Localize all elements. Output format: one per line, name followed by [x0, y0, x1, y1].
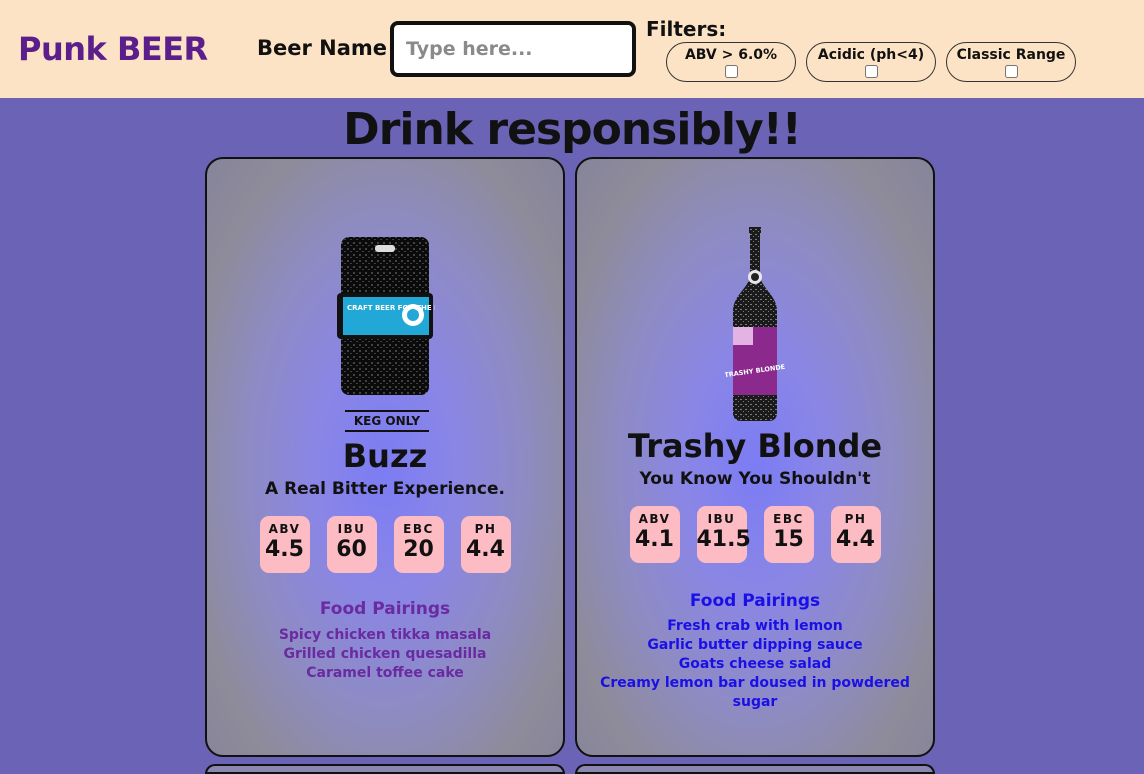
filter-abv-above-6[interactable]: ABV > 6.0% [666, 42, 796, 82]
stat-key: IBU [707, 512, 736, 526]
top-bar: Punk BEER Beer Name Filters: ABV > 6.0% … [0, 0, 1144, 98]
food-pairing-item: Fresh crab with lemon [667, 618, 843, 634]
beer-tagline: A Real Bitter Experience. [265, 479, 505, 499]
stat-value: 4.1 [635, 527, 674, 552]
food-pairings-list: Fresh crab with lemon Garlic butter dipp… [577, 617, 933, 710]
stat-ebc: EBC 20 [393, 516, 444, 573]
stat-ebc: EBC 15 [763, 506, 814, 563]
beer-stats: ABV 4.5 IBU 60 EBC 20 PH 4.4 [207, 516, 563, 573]
food-pairing-item: Grilled chicken quesadilla [283, 646, 487, 662]
filter-acidic[interactable]: Acidic (ph<4) [806, 42, 936, 82]
stat-key: EBC [403, 522, 434, 536]
food-pairing-item: Creamy lemon bar doused in powdered suga… [600, 675, 910, 710]
food-pairings-list: Spicy chicken tikka masala Grilled chick… [207, 626, 563, 683]
filter-classic-range[interactable]: Classic Range [946, 42, 1076, 82]
food-pairing-item: Goats cheese salad [678, 656, 832, 672]
brand-logo[interactable]: Punk BEER [18, 30, 208, 68]
stat-value: 15 [773, 527, 804, 552]
filter-classic-label: Classic Range [956, 47, 1066, 63]
stat-value: 4.4 [836, 527, 875, 552]
stat-ibu: IBU 60 [326, 516, 377, 573]
food-pairing-item: Garlic butter dipping sauce [647, 637, 863, 653]
food-pairings-title: Food Pairings [689, 591, 821, 611]
food-pairing-item: Spicy chicken tikka masala [278, 627, 492, 643]
keg-only-tag: KEG ONLY [345, 410, 429, 432]
beer-image-bottle: TRASHY BLONDE [577, 223, 933, 427]
beer-tagline: You Know You Shouldn't [639, 469, 871, 489]
filters-label: Filters: [646, 17, 727, 41]
filter-classic-checkbox[interactable] [1004, 65, 1018, 78]
beer-card[interactable]: TRASHY BLONDE Trashy Blonde You Know You… [575, 157, 935, 757]
stat-key: IBU [337, 522, 366, 536]
food-pairing-item: Caramel toffee cake [306, 665, 464, 681]
stat-key: ABV [638, 512, 671, 526]
filter-acidic-label: Acidic (ph<4) [817, 47, 925, 63]
stat-value: 60 [336, 537, 367, 562]
food-pairings-title: Food Pairings [319, 599, 451, 619]
filter-abv-label: ABV > 6.0% [684, 47, 778, 63]
beer-card[interactable]: CRAFT BEER FOR THE PEOPLE KEG ONLY Buzz … [205, 157, 565, 757]
stat-ph: PH 4.4 [830, 506, 881, 563]
stat-value: 4.4 [466, 537, 505, 562]
stat-abv: ABV 4.1 [629, 506, 680, 563]
filter-abv-checkbox[interactable] [724, 65, 738, 78]
stat-ibu: IBU 41.5 [696, 506, 751, 563]
stat-key: PH [474, 522, 497, 536]
stat-ph: PH 4.4 [460, 516, 511, 573]
beer-name: Trashy Blonde [627, 427, 883, 465]
beer-name: Buzz [342, 437, 428, 475]
stat-value: 41.5 [696, 527, 751, 552]
filter-acidic-checkbox[interactable] [864, 65, 878, 78]
beer-card-next[interactable] [205, 764, 565, 774]
beer-name-search-input[interactable] [390, 21, 636, 77]
stat-key: ABV [268, 522, 301, 536]
page-headline: Drink responsibly!! [343, 104, 802, 155]
beer-stats: ABV 4.1 IBU 41.5 EBC 15 PH 4.4 [577, 506, 933, 563]
stat-key: PH [844, 512, 867, 526]
beer-name-label: Beer Name [257, 36, 388, 60]
beer-card-next[interactable] [575, 764, 935, 774]
stat-key: EBC [773, 512, 804, 526]
stat-value: 20 [403, 537, 434, 562]
stat-abv: ABV 4.5 [259, 516, 310, 573]
stat-value: 4.5 [265, 537, 304, 562]
beer-image-keg: CRAFT BEER FOR THE PEOPLE [207, 235, 563, 403]
